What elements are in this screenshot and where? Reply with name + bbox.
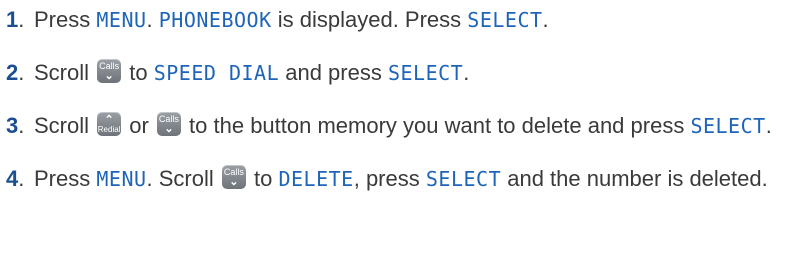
delete-keyword: DELETE	[278, 167, 354, 191]
step-text: .	[146, 7, 159, 32]
select-keyword: SELECT	[387, 61, 464, 85]
step-number: 4.	[6, 166, 25, 191]
phonebook-keyword: PHONEBOOK	[158, 8, 272, 32]
step-text: .	[542, 7, 549, 32]
step-text: Press	[34, 7, 97, 32]
step-text: .	[765, 113, 772, 138]
step-text: , press	[353, 166, 426, 191]
step-text: is displayed. Press	[271, 7, 468, 32]
step-text: and the number is deleted.	[501, 166, 768, 191]
step-number: 1.	[6, 7, 25, 32]
menu-keyword: MENU	[96, 8, 147, 32]
step-3: 3. Scroll ⌃ Redial or Calls ⌄ to the butto…	[6, 110, 786, 142]
step-text: to	[247, 166, 279, 191]
select-keyword: SELECT	[425, 167, 502, 191]
instruction-list: 1. Press MENU. PHONEBOOK is displayed. P…	[6, 4, 786, 216]
calls-down-key-icon: Calls ⌄	[97, 59, 122, 83]
step-text: to the button memory you want to delete …	[182, 113, 691, 138]
step-text: .	[463, 60, 470, 85]
step-4: 4. Press MENU. Scroll Calls ⌄ to DELETE, …	[6, 163, 786, 195]
select-keyword: SELECT	[690, 114, 766, 138]
step-text: Press	[34, 166, 97, 191]
step-2: 2. Scroll Calls ⌄ to SPEED DIAL and press…	[6, 57, 786, 89]
step-number: 3.	[6, 113, 25, 138]
step-text: Scroll	[34, 113, 96, 138]
step-text: . Scroll	[146, 166, 220, 191]
step-number: 2.	[6, 60, 25, 85]
step-text: to	[123, 60, 154, 85]
calls-down-key-icon: Calls ⌄	[221, 165, 246, 189]
redial-up-key-icon: ⌃ Redial	[97, 112, 122, 136]
select-keyword: SELECT	[467, 8, 543, 32]
step-text: and press	[279, 60, 388, 85]
speed-dial-keyword: SPEED DIAL	[153, 61, 280, 85]
menu-keyword: MENU	[96, 167, 147, 191]
step-text: Scroll	[34, 60, 96, 85]
step-text: or	[123, 113, 155, 138]
calls-down-key-icon: Calls ⌄	[156, 112, 181, 136]
step-1: 1. Press MENU. PHONEBOOK is displayed. P…	[6, 4, 786, 36]
